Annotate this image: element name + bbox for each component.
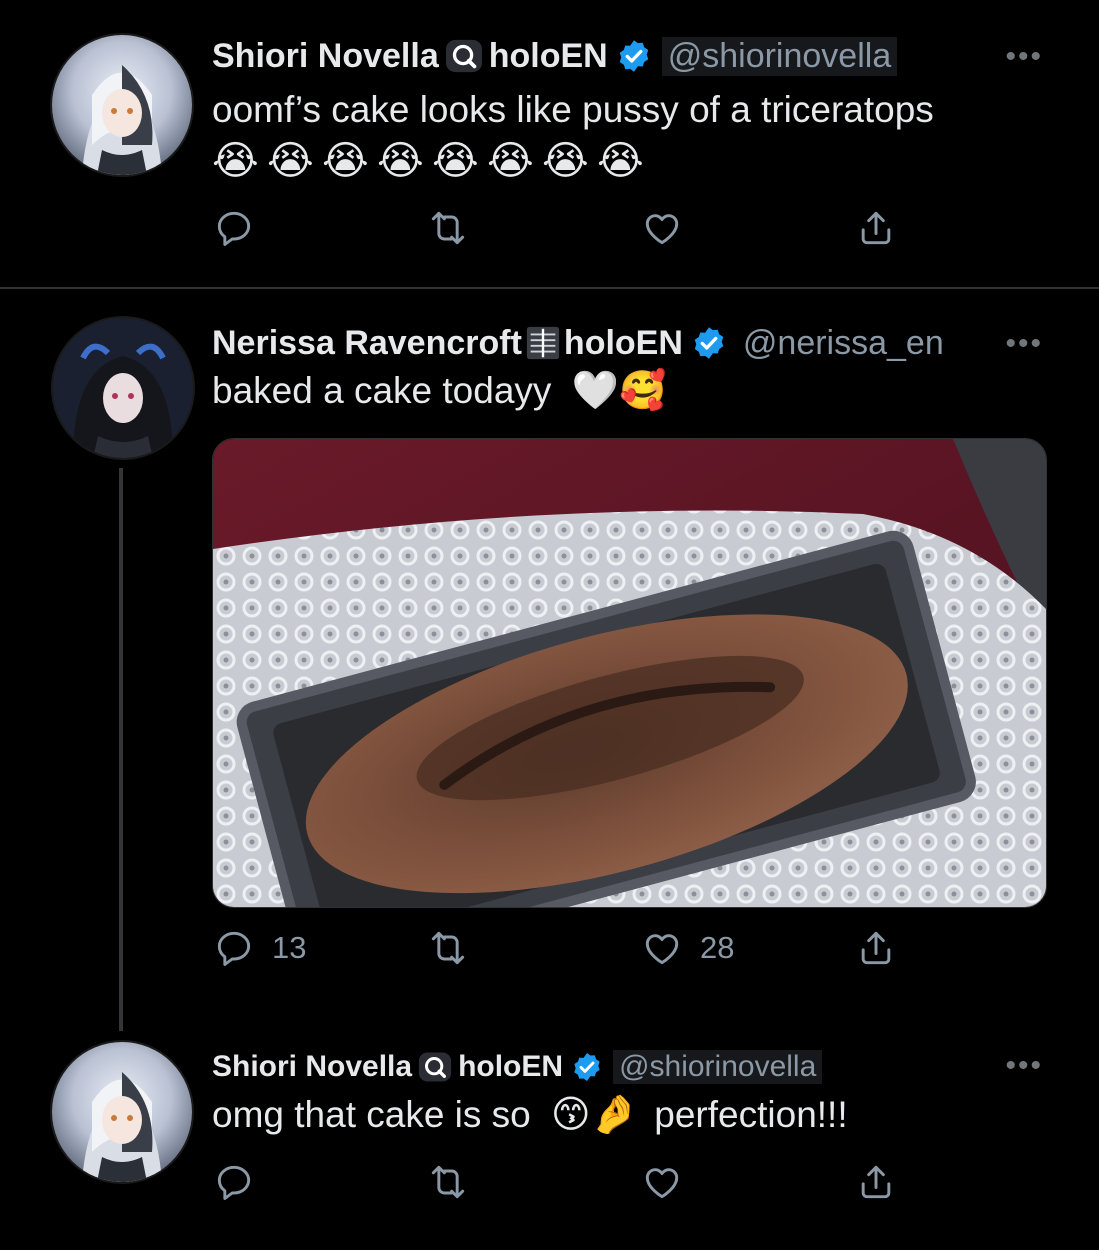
tweet-text-row: baked a cake todayy 🤍🥰 [212,365,666,417]
like-icon [645,1168,679,1199]
tweet-header: Nerissa Ravencroft holoEN @nerissa_en [212,321,944,365]
affiliation-label[interactable]: holoEN [458,1050,563,1084]
kissing-face-emoji: 😙 [551,1094,591,1136]
more-options-icon[interactable]: ••• [1005,42,1043,72]
loudly-crying-emoji: 😭 [377,139,424,184]
loudly-crying-emoji: 😭 [267,139,314,184]
avatar-nerissa-icon [53,318,193,458]
like-icon [645,214,679,245]
tweet-image[interactable] [212,438,1047,908]
loudly-crying-emoji: 😭 [322,139,369,184]
loudly-crying-emoji: 😭 [432,139,479,184]
display-name[interactable]: Shiori Novella [212,37,439,76]
tweet-header: Shiori Novella holoEN @shiorinovella [212,34,898,78]
reply-icon [217,1165,251,1200]
display-name[interactable]: Shiori Novella [212,1050,412,1084]
reply-icon [217,211,251,246]
display-name[interactable]: Nerissa Ravencroft [212,324,522,363]
reply-count: 13 [272,930,307,965]
loudly-crying-emoji: 😭 [542,139,589,184]
cake-photo-image [213,439,1046,907]
tweet-text-start: omg that cake is so [212,1094,531,1135]
avatar-shiori-icon [82,1072,162,1182]
tweet-2[interactable]: Nerissa Ravencroft holoEN @nerissa_en ••… [0,289,1099,1031]
share-icon [861,211,891,245]
search-affiliation-icon [418,1052,452,1082]
retweet-icon [431,1165,465,1199]
tweet-1[interactable]: Shiori Novella holoEN @shiorinovella •••… [0,0,1099,287]
like-button[interactable]: 28 [640,926,734,970]
avatar[interactable] [53,318,193,458]
loudly-crying-emoji: 😭 [212,139,259,184]
avatar-shiori-icon [82,65,162,175]
tweet-actions: 13 28 [212,926,912,976]
like-button[interactable] [640,206,700,250]
retweet-icon [431,211,465,245]
share-button[interactable] [854,1160,898,1204]
retweet-button[interactable] [426,926,486,970]
tweet-actions [212,206,912,256]
tweet-actions [212,1160,912,1210]
verified-badge-icon [574,1053,600,1081]
tweet-header: Shiori Novella holoEN @shiorinovella [212,1047,823,1087]
share-button[interactable] [854,926,898,970]
reply-button[interactable] [212,206,272,250]
avatar[interactable] [52,1042,192,1182]
tweet-text: baked a cake todayy [212,370,552,411]
like-button[interactable] [640,1160,700,1204]
pinched-fingers-emoji: 🤌 [590,1094,638,1136]
loudly-crying-emoji: 😭 [597,139,644,184]
smiling-face-with-hearts-emoji: 🥰 [619,370,667,412]
avatar[interactable] [52,35,192,175]
user-handle[interactable]: @nerissa_en [743,324,944,363]
search-affiliation-icon [445,39,482,73]
share-icon [861,931,891,965]
tweet-text-row: omg that cake is so 😙🤌 perfection!!! [212,1089,848,1141]
reply-button[interactable]: 13 [212,926,306,970]
more-options-icon[interactable]: ••• [1005,329,1043,359]
thread-connector-line [119,468,123,1031]
retweet-button[interactable] [426,1160,486,1204]
share-icon [861,1165,891,1199]
verified-badge-icon [619,40,648,72]
white-heart-emoji: 🤍 [571,370,620,412]
verified-badge-icon [694,327,724,359]
sheet-music-affiliation-icon [526,326,560,360]
affiliation-label[interactable]: holoEN [489,37,608,76]
reply-icon [217,931,251,966]
like-icon [645,934,679,965]
like-count: 28 [700,930,735,965]
tweet-text: oomf’s cake looks like pussy of a tricer… [212,89,934,130]
emoji-row: 😭 😭 😭 😭 😭 😭 😭 😭 [212,133,652,185]
affiliation-label[interactable]: holoEN [564,324,683,363]
loudly-crying-emoji: 😭 [487,139,534,184]
more-options-icon[interactable]: ••• [1005,1051,1043,1081]
user-handle[interactable]: @shiorinovella [661,36,898,76]
tweet-text-end: perfection!!! [654,1094,848,1135]
retweet-icon [431,931,465,965]
reply-button[interactable] [212,1160,272,1204]
user-handle[interactable]: @shiorinovella [613,1050,823,1084]
share-button[interactable] [854,206,898,250]
retweet-button[interactable] [426,206,486,250]
tweet-3[interactable]: Shiori Novella holoEN @shiorinovella •••… [0,1031,1099,1250]
